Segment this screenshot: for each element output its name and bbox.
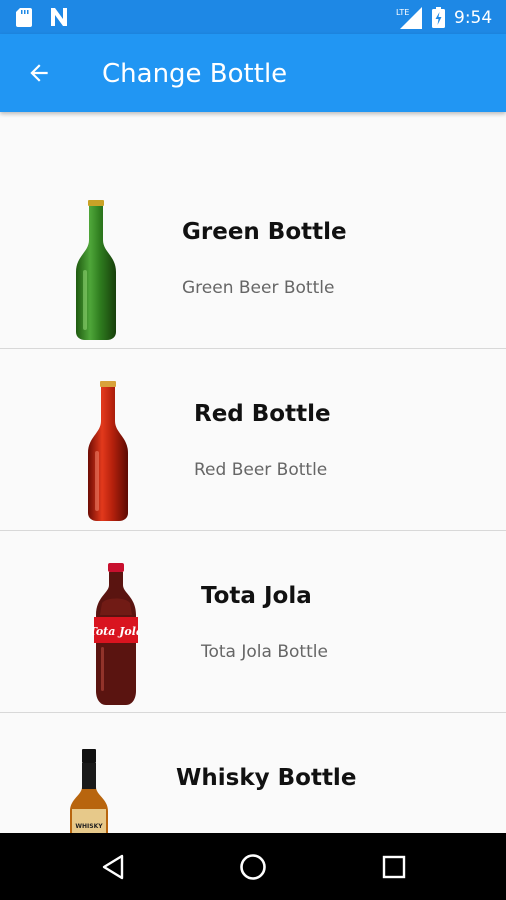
home-circle-icon [240,854,266,880]
item-title: Tota Jola [201,583,312,609]
bottle-label-text: Tota Jola [92,625,140,638]
recents-square-icon [382,855,406,879]
item-title: Whisky Bottle [176,765,357,791]
green-beer-bottle-image [76,200,116,340]
list-item-green-bottle[interactable]: Green Bottle Green Beer Bottle [0,167,506,349]
status-bar: LTE 9:54 [0,0,506,34]
whisky-bottle-image: WHISKY [70,749,108,833]
item-subtitle: Red Beer Bottle [194,460,328,480]
list-item-red-bottle[interactable]: Red Bottle Red Beer Bottle [0,349,506,531]
item-title: Red Bottle [194,401,331,427]
battery-charging-icon [432,7,445,28]
back-button[interactable] [20,56,58,90]
status-time: 9:54 [454,8,493,28]
list-item-tota-jola[interactable]: Tota Jola Tota Jola Tota Jola Bottle [0,531,506,713]
network-type-label: LTE [396,8,409,17]
nav-home-button[interactable] [233,847,273,887]
item-title: Green Bottle [182,219,347,245]
sd-card-icon [16,8,32,27]
bottle-label-text: WHISKY [75,823,103,830]
list-item-whisky-bottle[interactable]: WHISKY Whisky Bottle [0,713,506,833]
bottle-list: Green Bottle Green Beer Bottle Red Bottl… [0,112,506,833]
back-triangle-icon [102,854,124,880]
cola-bottle-image: Tota Jola [92,563,140,705]
red-beer-bottle-image [88,381,128,521]
arrow-back-icon [30,64,48,82]
item-subtitle: Tota Jola Bottle [201,642,328,662]
item-subtitle: Green Beer Bottle [182,278,335,298]
nav-back-button[interactable] [93,847,133,887]
system-nav-bar [0,833,506,900]
signal-icon: LTE [396,7,422,29]
page-title: Change Bottle [102,59,288,89]
app-bar: Change Bottle [0,34,506,112]
nav-recents-button[interactable] [374,847,414,887]
n-notification-icon [51,8,67,26]
